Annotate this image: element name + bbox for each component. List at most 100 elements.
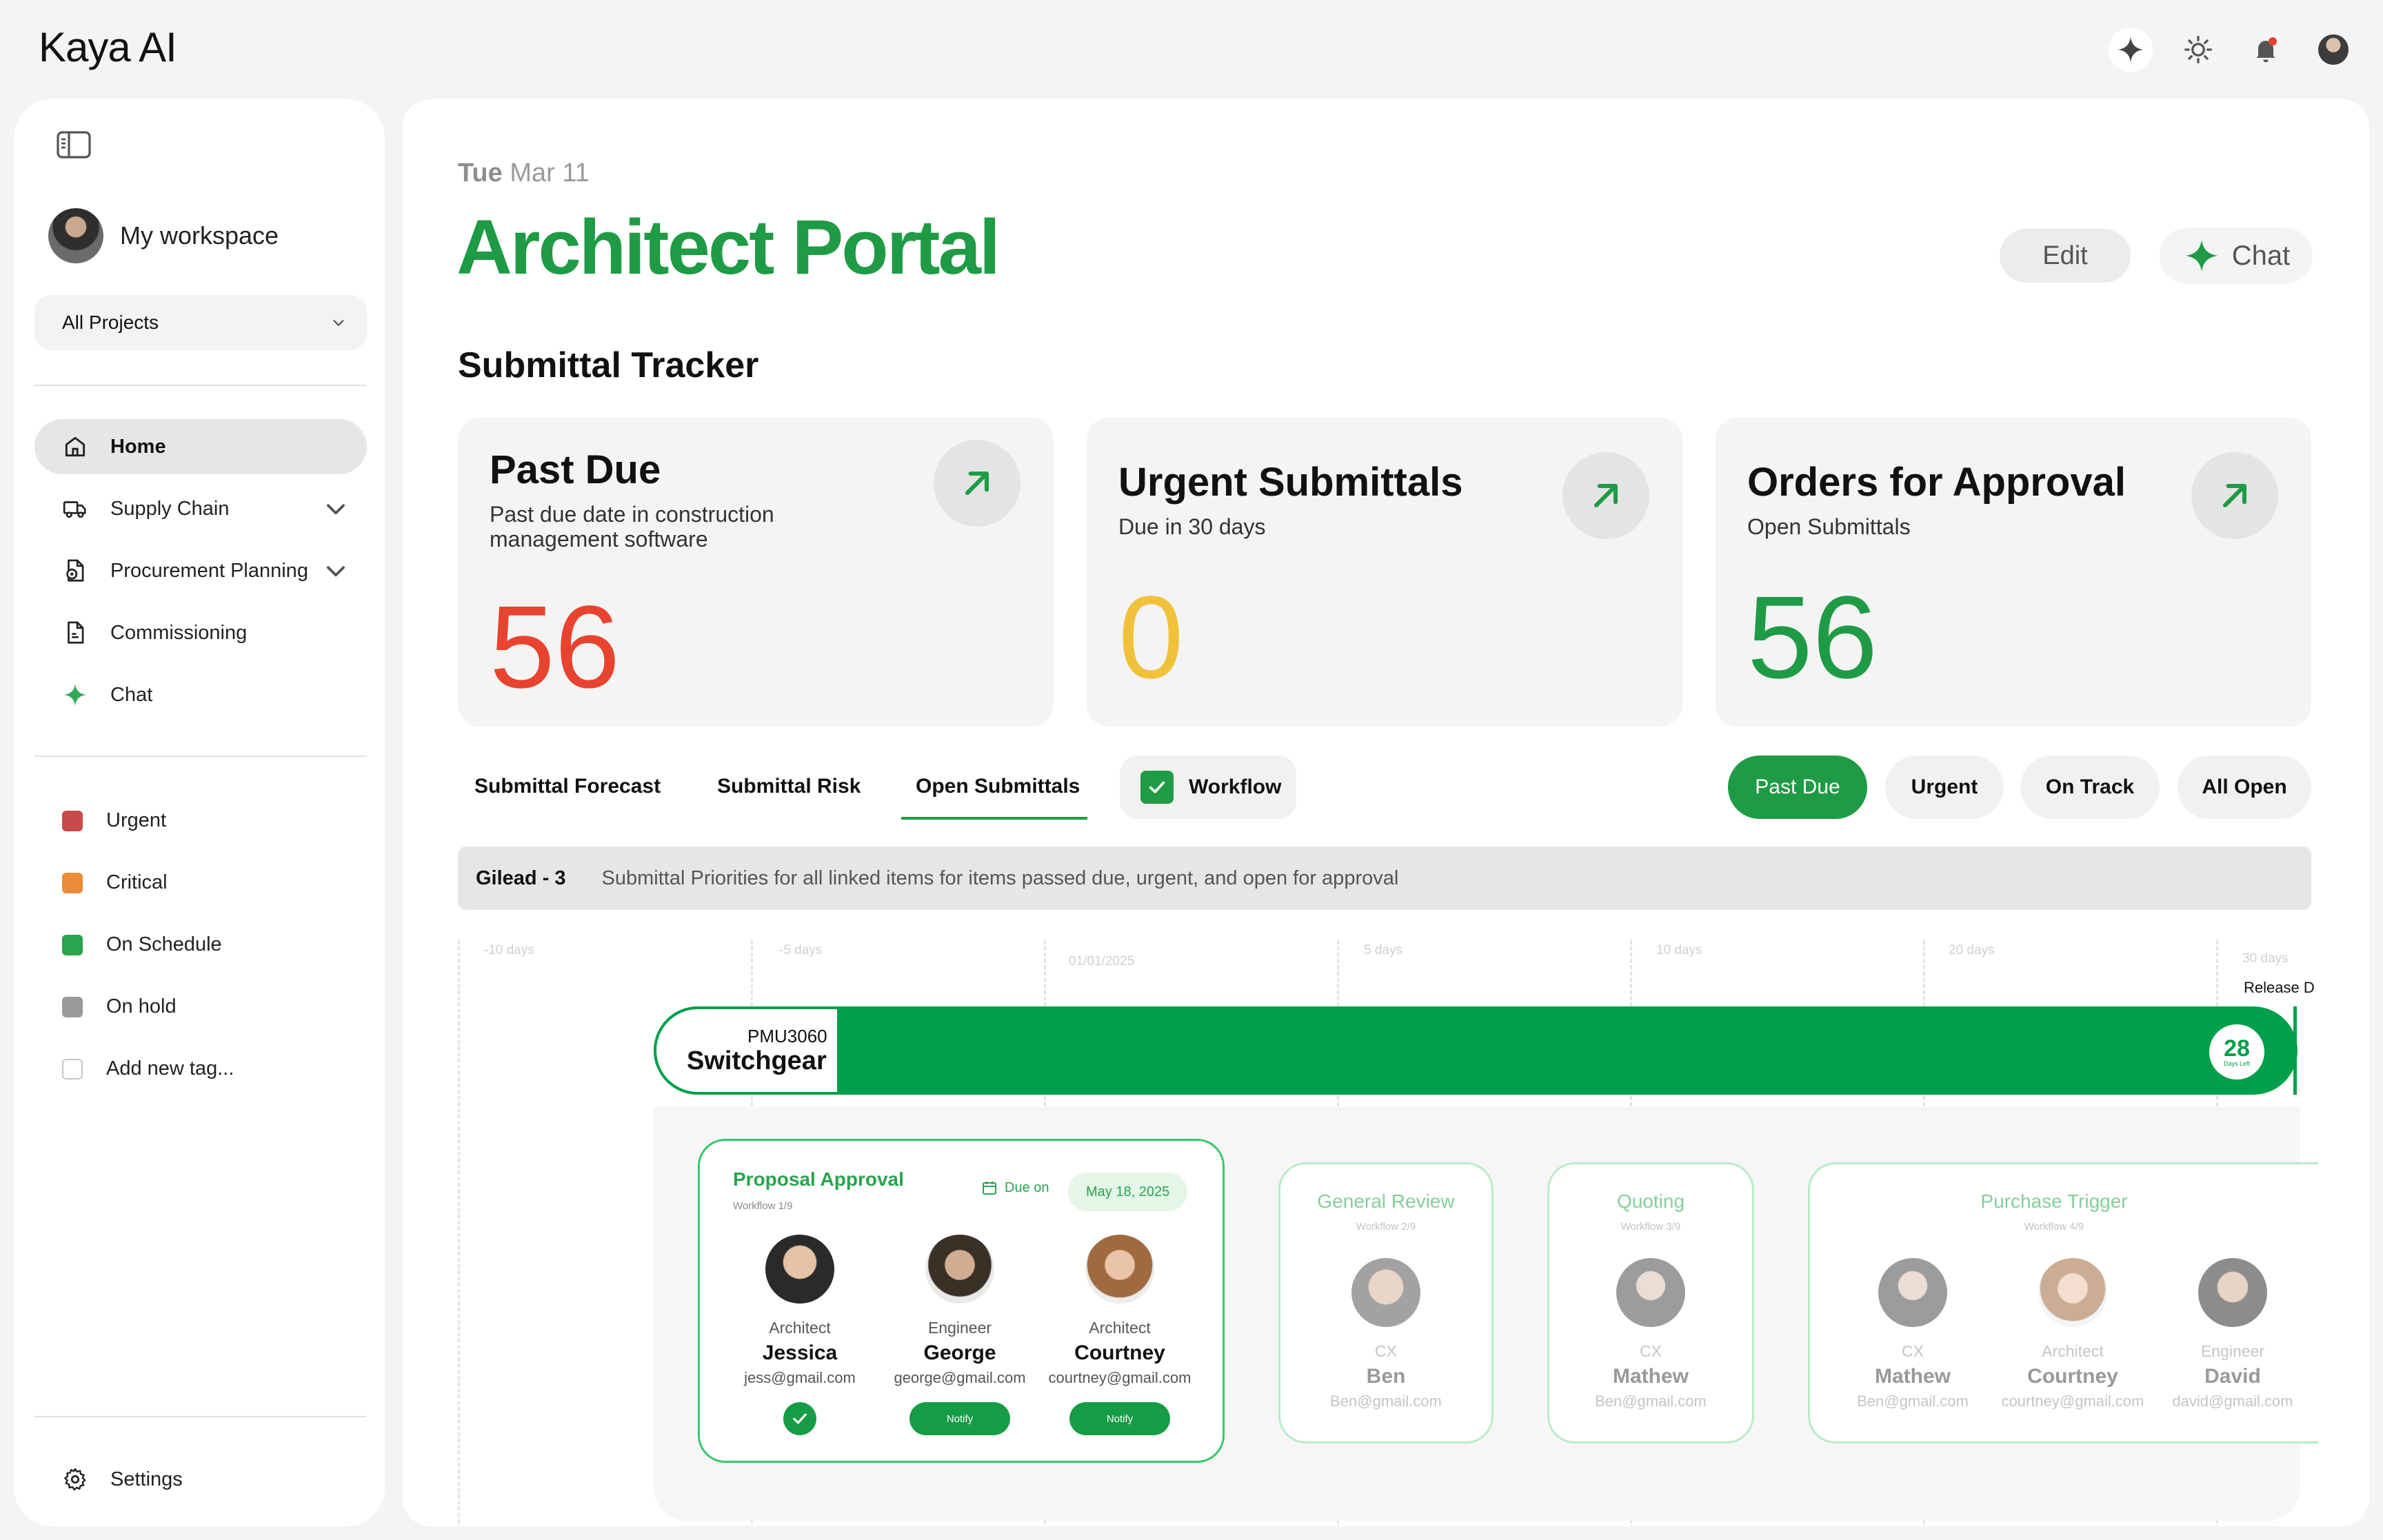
app-frame: Kaya AI My workspace All Projects Home S… [0,0,2383,1540]
days-left-label: Days Left [2223,1060,2251,1067]
urgent-submittals-card[interactable]: Urgent Submittals Due in 30 days 0 [1087,418,1682,727]
workflow-toggle-label: Workflow [1189,776,1282,798]
assignee-name: George [923,1341,996,1364]
card-value: 56 [1747,572,1878,703]
avatar [48,208,103,263]
release-date-label: Release D [2244,979,2315,996]
tag-on-schedule[interactable]: On Schedule [62,933,222,956]
workflow-title: Purchase Trigger [1980,1191,2128,1212]
assignee-role: CX [1902,1342,1924,1360]
assignee: CX Ben Ben@gmail.com [1307,1258,1465,1410]
timeline-tick: -5 days [779,943,823,958]
assignee-name: Mathew [1612,1365,1689,1388]
sidebar-toggle-icon[interactable] [57,131,91,159]
assignee-email: Ben@gmail.com [1330,1392,1442,1410]
card-subtitle: Due in 30 days [1118,514,1266,539]
workspace-switcher[interactable]: My workspace [48,208,279,263]
assignee-role: CX [1375,1342,1397,1360]
assignee-name: Ben [1366,1365,1406,1388]
workflow-step: Workflow 4/9 [2024,1221,2084,1233]
assignee: Engineer David david@gmail.com [2153,1258,2312,1410]
workflow-card-proposal-approval[interactable]: Proposal Approval Workflow 1/9 Due on Ma… [698,1139,1225,1463]
avatar [765,1235,834,1304]
sidebar-item-label: Procurement Planning [110,559,308,582]
sidebar: My workspace All Projects Home Supply Ch… [14,99,385,1526]
chat-button-label: Chat [2231,240,2291,271]
workflow-title: Quoting [1616,1191,1685,1212]
due-date-badge: May 18, 2025 [1068,1173,1188,1211]
card-title: Urgent Submittals [1118,460,1463,505]
timeline-bar[interactable] [654,1006,2297,1095]
tag-color-swatch [62,872,83,893]
sidebar-item-chat[interactable]: Chat [34,667,367,722]
chat-button[interactable]: Chat [2160,227,2313,284]
tag-color-swatch [62,934,83,955]
workflow-card-general-review[interactable]: General Review Workflow 2/9 CX Ben Ben@g… [1278,1162,1494,1443]
avatar [2038,1258,2107,1327]
add-new-tag[interactable]: Add new tag... [62,1057,234,1080]
tag-critical[interactable]: Critical [62,871,168,894]
avatar [2198,1258,2267,1327]
workflow-step: Workflow 1/9 [733,1200,793,1212]
user-avatar-button[interactable] [2311,28,2355,72]
assignee-role: Engineer [927,1319,992,1337]
date-day: Tue [458,159,503,188]
tag-urgent[interactable]: Urgent [62,809,166,832]
tag-label: Urgent [106,809,167,831]
assignee-role: Architect [1089,1319,1151,1337]
filter-on-track[interactable]: On Track [2020,756,2160,819]
tab-open-submittals[interactable]: Open Submittals [916,775,1080,798]
workflow-toggle[interactable]: Workflow [1120,756,1296,819]
notifications-button[interactable] [2244,28,2288,72]
workflow-card-purchase-trigger[interactable]: Purchase Trigger Workflow 4/9 CX Mathew … [1808,1162,2318,1443]
current-date: Tue Mar 11 [458,159,590,188]
sidebar-item-label: Commissioning [110,621,248,644]
assignee-role: Architect [2042,1342,2104,1360]
sidebar-item-home[interactable]: Home [34,419,367,474]
filter-all-open[interactable]: All Open [2178,756,2311,819]
due-on-label: Due on [981,1179,1049,1196]
sidebar-item-procurement-planning[interactable]: Procurement Planning [34,543,367,598]
workflow-card-quoting[interactable]: Quoting Workflow 3/9 CX Mathew Ben@gmail… [1547,1162,1754,1443]
truck-icon [63,501,86,518]
workflow-title: Proposal Approval [733,1168,904,1190]
open-card-button[interactable] [2191,452,2278,539]
ai-sparkle-button[interactable] [2109,28,2153,72]
divider [34,1416,367,1417]
avatar [1616,1258,1685,1327]
tab-submittal-risk[interactable]: Submittal Risk [717,775,861,798]
assignee: CX Mathew Ben@gmail.com [1571,1258,1730,1410]
timeline-tick: -10 days [484,943,534,958]
sidebar-item-label: Chat [110,683,153,706]
past-due-card[interactable]: Past Due Past due date in construction m… [458,418,1054,727]
open-card-button[interactable] [934,440,1020,527]
assignee-role: Engineer [2200,1342,2265,1360]
open-card-button[interactable] [1562,452,1649,539]
sidebar-item-commissioning[interactable]: Commissioning [34,605,367,660]
assignee-role: Architect [769,1319,831,1337]
filter-urgent[interactable]: Urgent [1885,756,2004,819]
timeline-tick: 10 days [1656,943,1702,958]
notification-dot [2269,37,2277,45]
assignee: Architect Courtney courtney@gmail.com [1993,1258,2152,1410]
orders-for-approval-card[interactable]: Orders for Approval Open Submittals 56 [1716,418,2311,727]
sidebar-item-supply-chain[interactable]: Supply Chain [34,481,367,536]
date-text: Mar 11 [510,159,590,188]
due-on-text: Due on [1005,1179,1049,1195]
theme-toggle-button[interactable] [2176,28,2220,72]
assignee-role: CX [1640,1342,1662,1360]
workflow-checkbox[interactable] [1140,771,1174,804]
project-select[interactable]: All Projects [34,295,367,350]
assignee: CX Mathew Ben@gmail.com [1833,1258,1992,1410]
tab-submittal-forecast[interactable]: Submittal Forecast [474,775,661,798]
notify-button[interactable]: Notify [909,1402,1010,1435]
top-icons [2109,28,2355,72]
notify-button[interactable]: Notify [1069,1402,1170,1435]
days-left-value: 28 [2224,1035,2250,1062]
tag-on-hold[interactable]: On hold [62,995,177,1018]
filter-past-due[interactable]: Past Due [1728,756,1867,819]
sidebar-item-settings[interactable]: Settings [34,1452,367,1507]
timeline-bar-end [2293,1006,2297,1095]
edit-button[interactable]: Edit [2000,229,2131,283]
item-name: Switchgear [687,1046,827,1075]
